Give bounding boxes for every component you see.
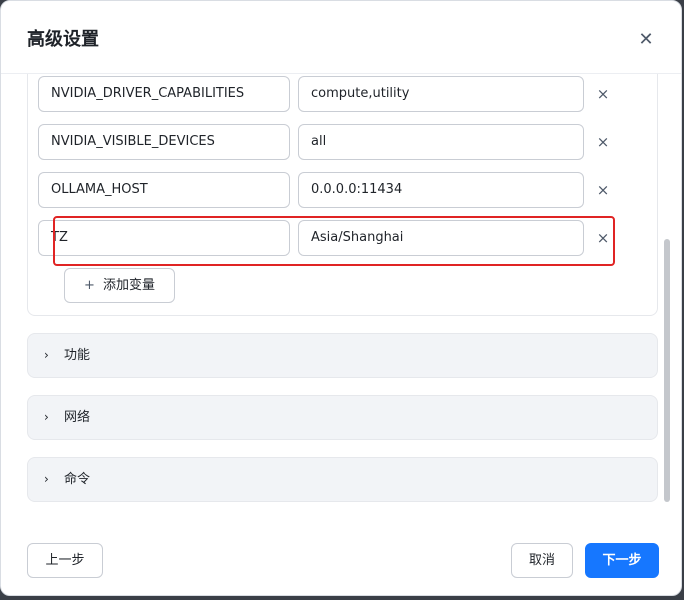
env-var-row: OLLAMA_HOST 0.0.0.0:11434 × (38, 172, 638, 208)
add-variable-button[interactable]: + 添加变量 (64, 268, 175, 303)
env-var-row: NVIDIA_VISIBLE_DEVICES all × (38, 124, 638, 160)
chevron-right-icon: › (44, 472, 49, 486)
env-value-input[interactable]: all (298, 124, 584, 160)
env-var-row: NVIDIA_DRIVER_CAPABILITIES compute,utili… (38, 76, 638, 112)
dialog-body: NVIDIA_DRIVER_CAPABILITIES compute,utili… (1, 74, 681, 516)
remove-icon[interactable]: × (593, 124, 613, 160)
close-icon[interactable]: ✕ (633, 27, 659, 53)
section-network[interactable]: › 网络 (27, 395, 658, 440)
cancel-button[interactable]: 取消 (511, 543, 573, 578)
dialog-title: 高级设置 (27, 29, 99, 50)
env-value-input[interactable]: Asia/Shanghai (298, 220, 584, 256)
next-step-button[interactable]: 下一步 (585, 543, 659, 578)
plus-icon: + (84, 278, 95, 293)
add-variable-label: 添加变量 (102, 278, 155, 293)
prev-step-button[interactable]: 上一步 (27, 543, 103, 578)
env-key-input[interactable]: OLLAMA_HOST (38, 172, 290, 208)
chevron-right-icon: › (44, 348, 49, 362)
section-command[interactable]: › 命令 (27, 457, 658, 502)
dialog-header: 高级设置 ✕ (1, 1, 681, 74)
remove-icon[interactable]: × (593, 172, 613, 208)
env-var-row: TZ Asia/Shanghai × (38, 220, 638, 256)
scrollbar[interactable] (664, 239, 670, 502)
chevron-right-icon: › (44, 410, 49, 424)
section-features[interactable]: › 功能 (27, 333, 658, 378)
env-key-input[interactable]: NVIDIA_DRIVER_CAPABILITIES (38, 76, 290, 112)
section-label: 网络 (64, 410, 91, 425)
env-key-input[interactable]: TZ (38, 220, 290, 256)
remove-icon[interactable]: × (593, 220, 613, 256)
env-value-input[interactable]: 0.0.0.0:11434 (298, 172, 584, 208)
env-value-input[interactable]: compute,utility (298, 76, 584, 112)
env-key-input[interactable]: NVIDIA_VISIBLE_DEVICES (38, 124, 290, 160)
section-label: 功能 (64, 348, 91, 363)
advanced-settings-dialog: 高级设置 ✕ NVIDIA_DRIVER_CAPABILITIES comput… (0, 0, 682, 596)
remove-icon[interactable]: × (593, 76, 613, 112)
section-label: 命令 (64, 472, 91, 487)
